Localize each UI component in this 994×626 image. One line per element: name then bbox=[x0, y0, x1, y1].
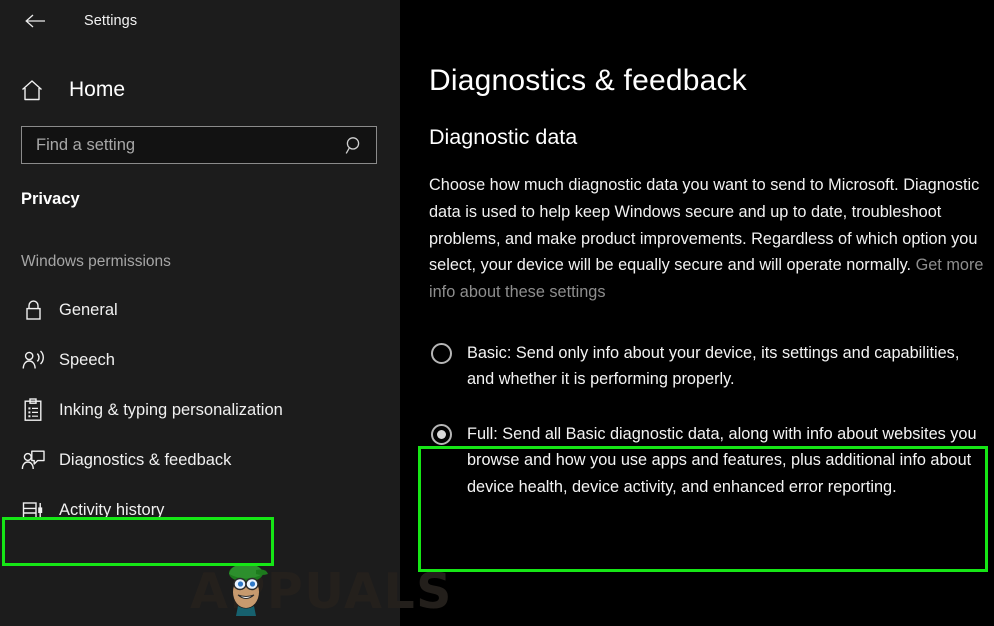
option-full[interactable]: Full: Send all Basic diagnostic data, al… bbox=[429, 415, 994, 507]
sidebar-item-activity-history[interactable]: Activity history bbox=[0, 485, 400, 535]
sidebar-item-label: Diagnostics & feedback bbox=[59, 450, 232, 469]
sidebar-category-title: Privacy bbox=[21, 190, 80, 208]
sidebar-item-label: Activity history bbox=[59, 500, 165, 519]
sidebar-group-header: Windows permissions bbox=[21, 253, 171, 270]
app-title: Settings bbox=[84, 13, 138, 29]
back-button[interactable] bbox=[18, 6, 52, 36]
search-icon[interactable] bbox=[341, 132, 367, 158]
sidebar-item-label: Inking & typing personalization bbox=[59, 400, 283, 419]
diagnostic-description: Choose how much diagnostic data you want… bbox=[429, 172, 984, 306]
description-text: Choose how much diagnostic data you want… bbox=[429, 176, 980, 275]
option-basic[interactable]: Basic: Send only info about your device,… bbox=[429, 334, 994, 399]
sidebar-item-label: Speech bbox=[59, 350, 115, 369]
sidebar-item-speech[interactable]: Speech bbox=[0, 335, 400, 385]
sidebar-item-inking[interactable]: Inking & typing personalization bbox=[0, 385, 400, 435]
home-icon bbox=[20, 79, 50, 102]
sidebar: Settings Home Privacy Windows permission… bbox=[0, 0, 400, 626]
title-bar: Settings bbox=[0, 0, 400, 42]
section-title: Diagnostic data bbox=[429, 125, 578, 149]
sidebar-item-general[interactable]: General bbox=[0, 285, 400, 335]
clipboard-icon bbox=[16, 398, 50, 422]
sidebar-item-label: General bbox=[59, 300, 118, 319]
radio-full[interactable] bbox=[431, 423, 452, 445]
speech-person-icon bbox=[16, 349, 50, 372]
option-full-label: Full: Send all Basic diagnostic data, al… bbox=[467, 424, 977, 496]
sidebar-item-home[interactable]: Home bbox=[0, 68, 400, 112]
option-basic-label: Basic: Send only info about your device,… bbox=[467, 343, 960, 389]
search-box[interactable] bbox=[21, 126, 377, 164]
radio-basic[interactable] bbox=[431, 342, 452, 364]
diagnostic-data-options: Basic: Send only info about your device,… bbox=[429, 334, 994, 507]
main-content: Diagnostics & feedback Diagnostic data C… bbox=[400, 0, 994, 626]
sidebar-item-diagnostics-feedback[interactable]: Diagnostics & feedback bbox=[0, 435, 400, 485]
page-title: Diagnostics & feedback bbox=[429, 64, 747, 97]
lock-icon bbox=[16, 299, 50, 322]
feedback-person-icon bbox=[16, 449, 50, 472]
back-arrow-icon bbox=[24, 13, 46, 29]
sidebar-nav-list: General Speech Inking & typing personali… bbox=[0, 285, 400, 535]
search-input[interactable] bbox=[36, 135, 341, 155]
activity-history-icon bbox=[16, 499, 50, 522]
settings-window: Settings Home Privacy Windows permission… bbox=[0, 0, 994, 626]
sidebar-home-label: Home bbox=[69, 78, 126, 101]
